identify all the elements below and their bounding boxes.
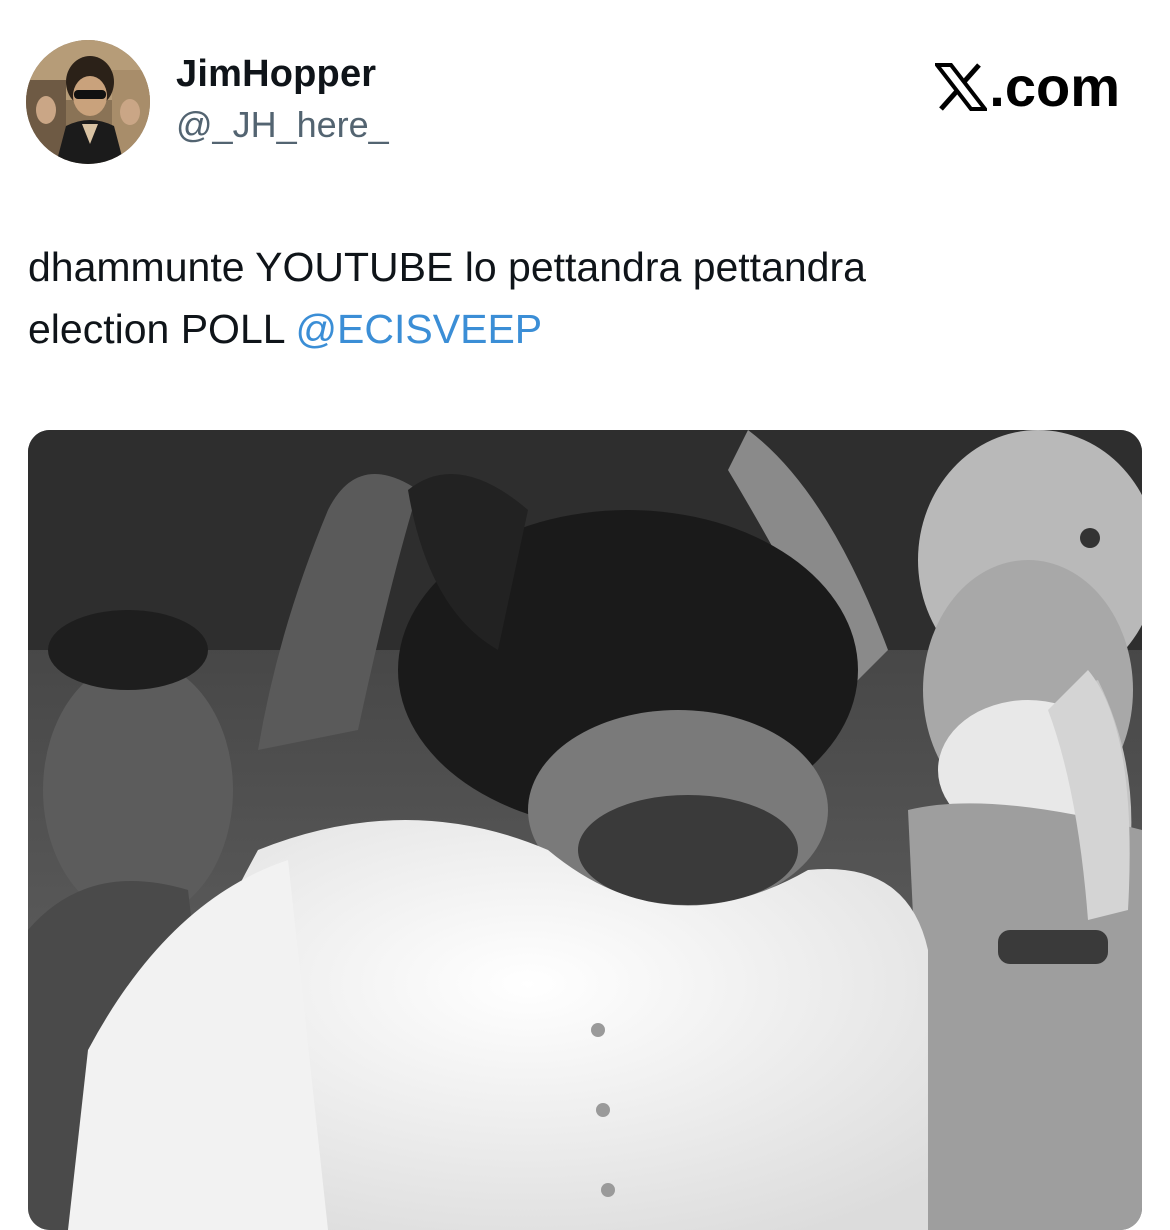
avatar-image: [26, 40, 150, 164]
author-avatar[interactable]: [26, 40, 150, 164]
tweet-text-line1: dhammunte YOUTUBE lo pettandra pettandra: [28, 244, 866, 290]
media-image: [28, 430, 1142, 1230]
mention-link[interactable]: @ECISVEEP: [295, 306, 542, 352]
author-display-name[interactable]: JimHopper: [176, 52, 376, 96]
tweet-text-line2-prefix: election POLL: [28, 306, 285, 352]
author-handle[interactable]: @_JH_here_: [176, 104, 389, 146]
site-badge: .com: [935, 56, 1120, 118]
tweet-media[interactable]: [28, 430, 1142, 1230]
x-logo-icon: [935, 63, 988, 111]
site-badge-text: .com: [989, 55, 1120, 118]
tweet-text: dhammunte YOUTUBE lo pettandra pettandra…: [28, 236, 1138, 360]
tweet-text-line2: election POLL @ECISVEEP: [28, 298, 1138, 360]
